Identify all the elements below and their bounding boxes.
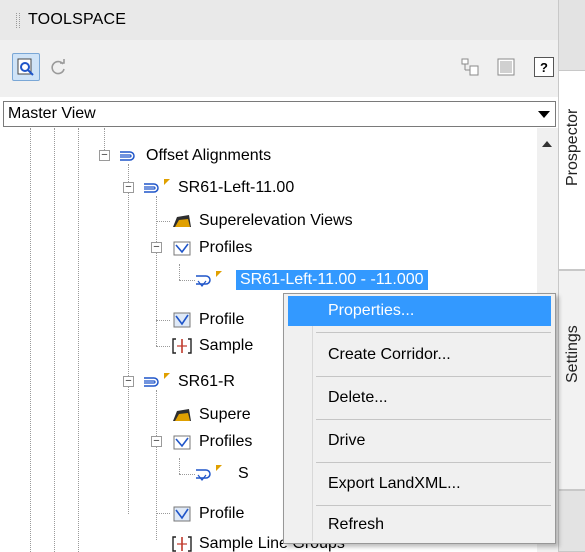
profile-icon [173,435,191,450]
tree-node-right-profile-views[interactable]: Profile [171,501,244,527]
tree-line [156,196,157,346]
tree-node-label: Profiles [199,433,253,450]
toggle-panel-button[interactable] [492,53,520,81]
tab-label: Prospector [564,108,581,186]
tree-line [179,474,195,475]
layout-tree-icon [461,58,479,76]
menu-item-label: Refresh [328,516,385,533]
offset-alignment-icon [144,373,170,387]
profile-view-icon [173,506,191,522]
refresh-button[interactable] [44,53,72,81]
drag-grip-icon[interactable] [16,13,20,28]
tree-node-left-profile-views[interactable]: Profile [171,307,244,333]
menu-item-drive[interactable]: Drive [288,426,551,456]
offset-profile-icon [196,465,222,481]
toolbar: ? [0,40,558,97]
tree-line [179,458,180,474]
menu-separator [316,332,551,333]
tree-line [179,264,180,280]
menu-item-export-landxml[interactable]: Export LandXML... [288,469,551,499]
menu-item-label: Export LandXML... [328,475,461,492]
tree-node-offset-alignments[interactable]: Offset Alignments [118,143,271,169]
tree-node-label: SR61-Left-11.00 - -11.000 [236,270,428,290]
tree-line [156,320,170,321]
tab-prospector[interactable]: Prospector [559,70,585,270]
superelevation-view-icon [173,215,191,227]
menu-item-label: Properties... [328,302,415,319]
collapse-toggle[interactable]: − [151,436,162,447]
sample-line-icon [172,536,192,552]
menu-separator [316,376,551,377]
scroll-up-arrow-icon[interactable] [542,141,552,147]
superelevation-view-icon [173,409,191,421]
tree-node-right-profile-child[interactable]: S [194,461,249,487]
toolspace-titlebar[interactable]: TOOLSPACE [0,0,558,40]
tree-node-superelevation-views[interactable]: Superelevation Views [171,208,353,234]
tree-node-label: Sample [199,337,254,354]
menu-separator [316,462,551,463]
tab-settings[interactable]: Settings [559,270,585,490]
menu-item-delete[interactable]: Delete... [288,383,551,413]
tree-node-label: Profile [199,505,245,522]
menu-item-refresh[interactable]: Refresh [288,510,551,540]
context-menu: Properties... Create Corridor... Delete.… [283,293,556,544]
tree-line [78,128,79,552]
tree-node-right-profiles[interactable]: Profiles [171,429,252,455]
view-selector-value: Master View [8,105,96,122]
view-selector-dropdown[interactable]: Master View [3,101,556,127]
tree-line [156,221,170,222]
collapse-toggle[interactable]: − [151,242,162,253]
window-title: TOOLSPACE [28,11,127,28]
tree-node-label: Supere [199,406,251,423]
tree-node-label: Profile [199,311,245,328]
tree-node-right-alignment[interactable]: SR61-R [142,369,235,395]
menu-item-create-corridor[interactable]: Create Corridor... [288,340,551,370]
tree-node-left-profile-selected[interactable]: SR61-Left-11.00 - -11.000 [194,267,428,293]
menu-separator [316,419,551,420]
tab-next[interactable] [559,490,585,552]
offset-alignment-icon [120,151,135,161]
sample-line-icon [172,338,192,354]
collapse-toggle[interactable]: − [123,376,134,387]
refresh-icon [51,59,65,75]
tree-node-label: SR61-R [178,373,235,390]
help-button[interactable]: ? [530,53,558,81]
item-view-button[interactable] [12,53,40,81]
tree-line [156,346,170,347]
tree-node-right-superelevation-views[interactable]: Supere [171,402,251,428]
tree-node-label: Offset Alignments [146,147,272,164]
tree-node-left-sample-line-groups[interactable]: Sample [171,333,253,359]
tree-line [156,390,157,540]
help-icon: ? [534,57,554,77]
tree-line [179,280,195,281]
menu-item-label: Delete... [328,389,388,406]
tree-line [54,128,55,552]
tree-node-label: Superelevation Views [199,212,353,229]
tree-node-left-profiles[interactable]: Profiles [171,235,252,261]
side-tab-strip: Prospector Settings [558,0,585,552]
tree-node-label: SR61-Left-11.00 [178,179,295,196]
tree-node-label: S [238,465,249,482]
menu-item-label: Create Corridor... [328,346,451,363]
tree-node-left-alignment[interactable]: SR61-Left-11.00 [142,175,294,201]
tree-line [30,128,31,552]
magnifier-page-icon [17,58,34,76]
panel-icon [497,58,515,76]
dropdown-arrow-icon[interactable] [538,111,550,118]
menu-separator [316,505,551,506]
collapse-toggle[interactable]: − [99,150,110,161]
tree-line [156,513,170,514]
menu-item-label: Drive [328,432,366,449]
menu-item-properties[interactable]: Properties... [288,296,551,326]
tab-label: Settings [564,325,581,383]
toggle-display-button[interactable] [456,53,484,81]
offset-profile-icon [196,271,222,287]
offset-alignment-icon [144,179,170,193]
collapse-toggle[interactable]: − [123,182,134,193]
menu-gutter [312,296,313,541]
profile-view-icon [173,312,191,328]
profile-icon [173,241,191,256]
tree-node-label: Profiles [199,239,253,256]
tree-line [128,164,129,514]
